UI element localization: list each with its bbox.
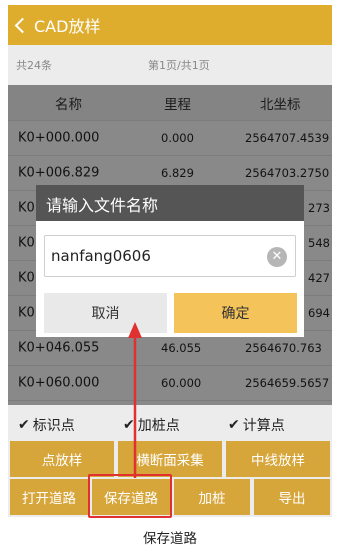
button-row-1: 点放样 横断面采集 中线放样 bbox=[8, 441, 332, 477]
checkbox-marker-point[interactable]: ✔ 标识点 bbox=[18, 415, 75, 435]
checkbox-label: 计算点 bbox=[242, 418, 285, 434]
checkbox-row: ✔ 标识点 ✔ 加桩点 ✔ 计算点 bbox=[8, 411, 332, 439]
save-road-highlight bbox=[88, 474, 172, 518]
export-button[interactable]: 导出 bbox=[254, 479, 330, 515]
checkmark-icon: ✔ bbox=[228, 417, 240, 433]
page-title: CAD放样 bbox=[34, 17, 101, 36]
total-count: 共24条 bbox=[16, 59, 52, 72]
chevron-left-icon[interactable] bbox=[14, 13, 32, 37]
point-stakeout-button[interactable]: 点放样 bbox=[10, 441, 114, 477]
filename-input-wrapper: ✕ bbox=[44, 235, 296, 277]
filename-input[interactable] bbox=[51, 246, 261, 266]
add-stake-button[interactable]: 加桩 bbox=[174, 479, 250, 515]
caption: 保存道路 bbox=[143, 531, 197, 547]
centerline-stakeout-button[interactable]: 中线放样 bbox=[226, 441, 330, 477]
paging-bar: 共24条 第1页/共1页 bbox=[8, 51, 332, 77]
checkbox-label: 标识点 bbox=[32, 418, 75, 434]
app-screen: CAD放样 共24条 第1页/共1页 名称 里程 北坐标 K0+000.000 … bbox=[8, 5, 332, 517]
clear-icon[interactable]: ✕ bbox=[267, 247, 287, 267]
arrow-up-icon bbox=[128, 322, 142, 478]
title-bar: CAD放样 bbox=[8, 5, 332, 45]
dialog-title: 请输入文件名称 bbox=[36, 185, 304, 221]
checkmark-icon: ✔ bbox=[18, 417, 30, 433]
checkbox-calc-point[interactable]: ✔ 计算点 bbox=[228, 415, 285, 435]
open-road-button[interactable]: 打开道路 bbox=[10, 479, 88, 515]
filename-dialog: 请输入文件名称 ✕ 取消 确定 bbox=[36, 185, 304, 337]
confirm-button[interactable]: 确定 bbox=[174, 293, 297, 333]
page-indicator: 第1页/共1页 bbox=[148, 59, 210, 72]
